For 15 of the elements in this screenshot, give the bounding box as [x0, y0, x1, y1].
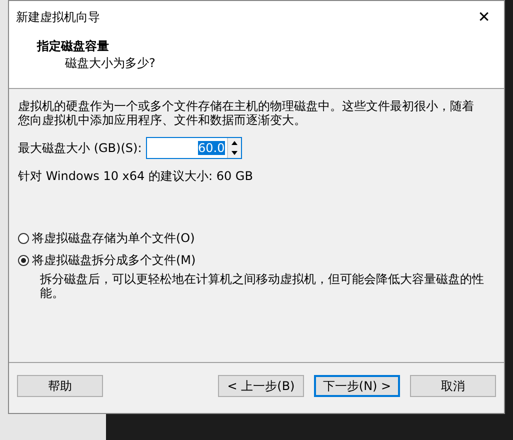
description-text: 虚拟机的硬盘作为一个或多个文件存储在主机的物理磁盘中。这些文件最初很小，随着您向虚拟机中添加应用程序、文件和数据而逐渐变大。 [18, 99, 475, 127]
disk-size-label: 最大磁盘大小 (GB)(S): [18, 140, 142, 156]
step-title: 指定磁盘容量 [37, 38, 110, 55]
dialog-button[interactable]: 取消 [410, 375, 496, 397]
step-subtitle: 磁盘大小为多少? [64, 55, 156, 72]
recommended-size-text: 针对 Windows 10 x64 的建议大小: 60 GB [18, 168, 254, 185]
window-title: 新建虚拟机向导 [16, 8, 100, 26]
dialog-button[interactable]: 下一步(N) > [314, 375, 400, 397]
dialog-button[interactable]: < 上一步(B) [218, 375, 304, 397]
radio-option[interactable]: 将虚拟磁盘存储为单个文件(O) [18, 227, 494, 249]
option-note: 拆分磁盘后，可以更轻松地在计算机之间移动虚拟机，但可能会降低大容量磁盘的性能。 [40, 272, 485, 300]
disk-size-spinbox[interactable]: 60.0 [146, 137, 242, 159]
close-button[interactable]: ✕ [464, 2, 504, 32]
radio-option[interactable]: 将虚拟磁盘拆分成多个文件(M) [18, 249, 494, 271]
dialog-button[interactable]: 帮助 [17, 375, 103, 397]
